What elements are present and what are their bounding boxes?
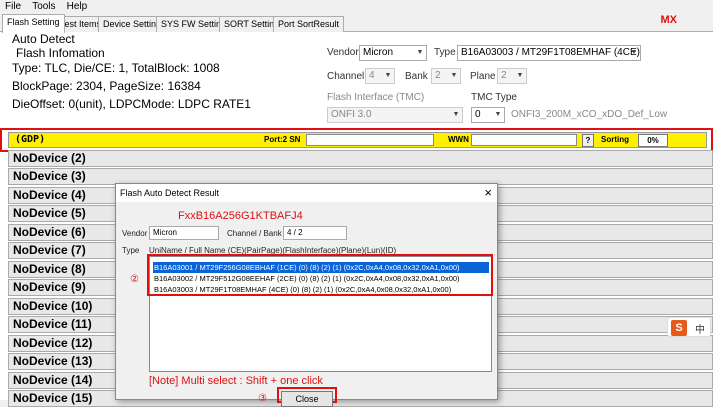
channel-select[interactable]: 4 ▼ [365,68,395,84]
bank-label: Bank [405,71,428,82]
close-button[interactable]: Close [281,391,333,407]
tmc-type-label: TMC Type [471,92,517,103]
flash-info-line-3: DieOffset: 0(unit), LDPCMode: LDPC RATE1 [12,97,251,111]
sn-input[interactable] [306,134,434,146]
type-select[interactable]: B16A03003 / MT29F1T08EMHAF (4CE) ▼ [457,45,641,61]
chevron-down-icon: ▼ [516,72,524,79]
wwn-input[interactable] [471,134,577,146]
chevron-down-icon: ▼ [494,111,502,118]
menu-file[interactable]: File [0,0,25,13]
dialog-title: Flash Auto Detect Result × [116,184,497,202]
chevron-down-icon: ▼ [630,49,638,56]
flash-info-line-2: BlockPage: 2304, PageSize: 16384 [12,79,201,93]
ime-language: 中 [695,325,705,336]
tab-strip: Flash Setting Test Items Device Setting … [0,14,713,33]
chevron-down-icon: ▼ [416,49,424,56]
type-label: Type [434,47,456,58]
flash-info-line-1: Type: TLC, Die/CE: 1, TotalBlock: 1008 [12,61,220,75]
channel-label: Channel [327,71,365,82]
brand-label: MX [660,14,678,26]
tmc-type-value: 0 [475,109,481,120]
tab-port-sortresult[interactable]: Port SortResult [273,16,345,32]
help-button[interactable]: ? [582,134,594,147]
step-marker-2: ② [130,274,139,285]
tmc-type-description: ONFI3_200M_xCO_xDO_Def_Low [511,109,668,120]
menu-help[interactable]: Help [63,0,92,13]
tmc-type-select[interactable]: 0 ▼ [471,107,505,123]
chevron-down-icon: ▼ [452,111,460,118]
dialog-type-label: Type [122,246,140,255]
dialog-vendor-label: Vendor [122,229,148,238]
tab-flash-setting[interactable]: Flash Setting [2,14,65,33]
chevron-down-icon: ▼ [384,72,392,79]
menu-tools[interactable]: Tools [28,0,59,13]
plane-value: 2 [501,70,507,81]
dialog-title-text: Flash Auto Detect Result [120,188,220,198]
dialog-vendor-field: Micron [149,226,219,240]
bank-value: 2 [435,70,441,81]
port-name: (GDP) [15,134,46,145]
sorting-percent: 0% [638,134,668,147]
port-sn-label: Port:2 SN [264,135,301,144]
plane-label: Plane [470,71,496,82]
plane-select[interactable]: 2 ▼ [497,68,527,84]
device-row-2[interactable]: NoDevice (2) [8,150,713,167]
flash-interface-select[interactable]: ONFI 3.0 ▼ [327,107,463,123]
wwn-label: WWN [448,135,469,144]
flash-auto-detect-dialog: Flash Auto Detect Result × FxxB16A256G1K… [115,183,498,407]
bank-select[interactable]: 2 ▼ [431,68,461,84]
vendor-value: Micron [363,47,394,58]
close-icon[interactable]: × [484,185,492,201]
channel-value: 4 [369,70,375,81]
list-highlight-box [147,254,493,296]
gdp-port-row[interactable]: (GDP) Port:2 SN WWN ? Sorting 0% [8,132,707,148]
type-value: B16A03003 / MT29F1T08EMHAF (4CE) [461,47,640,58]
ime-toolbar[interactable]: S 中 [667,317,711,337]
step-marker-3: ③ [258,393,267,404]
chevron-down-icon: ▼ [450,72,458,79]
flash-interface-value: ONFI 3.0 [331,109,372,120]
vendor-select[interactable]: Micron ▼ [359,45,427,61]
multi-select-note: [Note] Multi select : Shift + one click [149,375,323,387]
flash-info-title: Flash Infomation [16,46,105,60]
detected-model: FxxB16A256G1KTBAFJ4 [178,210,303,222]
flash-interface-label: Flash Interface (TMC) [327,92,425,103]
dialog-channel-bank-label: Channel / Bank [227,229,282,238]
auto-detect-title: Auto Detect [12,32,75,46]
vendor-label: Vendor [327,47,359,58]
close-button-highlight: Close [277,387,337,407]
menu-bar: File Tools Help [0,0,713,14]
sorting-label: Sorting [601,135,629,144]
port-row-highlight: (GDP) Port:2 SN WWN ? Sorting 0% [0,128,713,152]
dialog-channel-bank-field: 4 / 2 [283,226,347,240]
sogou-logo-icon: S [671,320,687,336]
